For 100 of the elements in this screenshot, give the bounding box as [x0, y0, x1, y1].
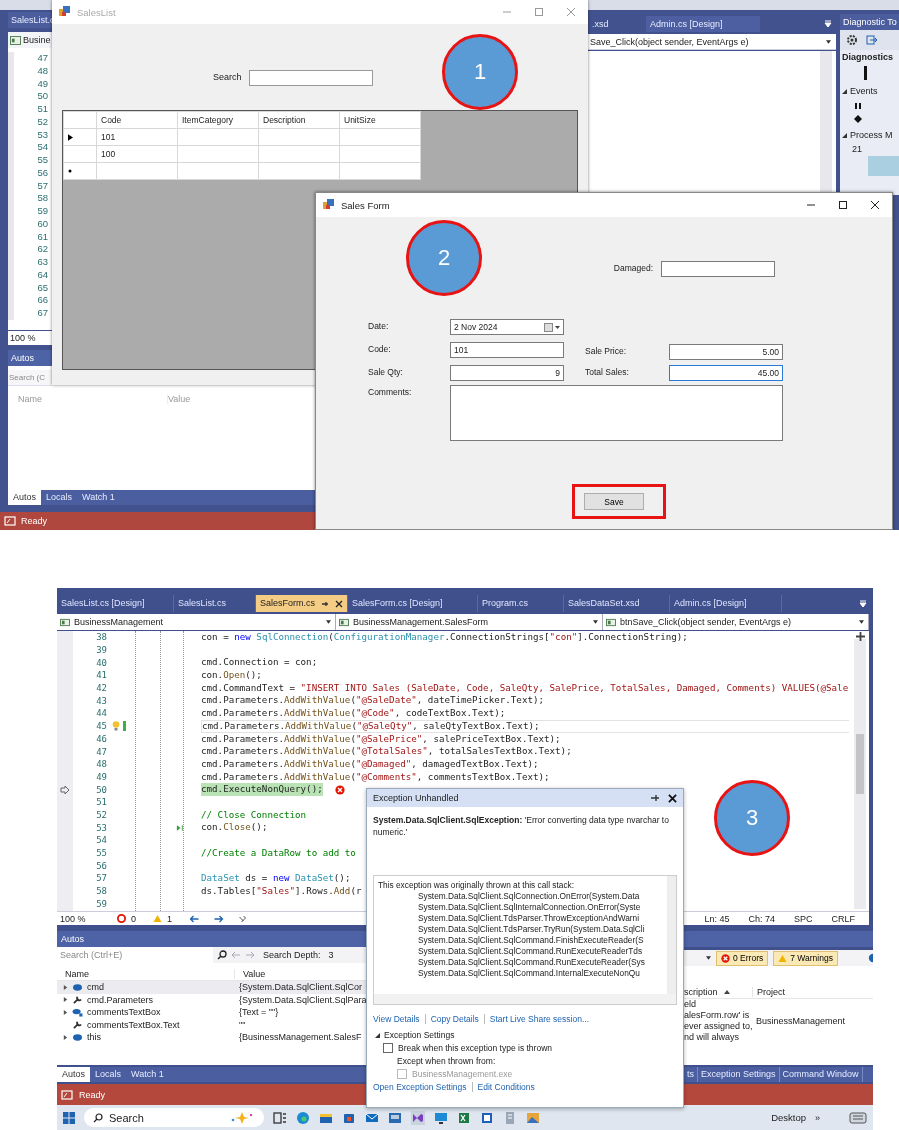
task-view-icon[interactable] [273, 1110, 287, 1125]
column-header[interactable]: ItemCategory [177, 111, 259, 129]
method-dropdown[interactable]: Save_Click(object sender, EventArgs e) [588, 34, 836, 50]
checkbox[interactable]: Break when this exception type is thrown [367, 1040, 683, 1053]
run-to-click-icon[interactable] [176, 823, 185, 832]
more-button[interactable]: » [815, 1112, 820, 1123]
variable-row[interactable]: cmd {System.Data.SqlClient.SqlCor [57, 981, 369, 994]
search-icon[interactable] [217, 950, 227, 960]
panel-tab[interactable]: Command Window [779, 1067, 863, 1082]
table-cell[interactable] [258, 128, 340, 146]
document-tab[interactable]: SalesForm.cs [256, 595, 348, 612]
text-field[interactable]: 9 [450, 365, 564, 381]
dropdown-icon[interactable] [824, 20, 832, 28]
text-field[interactable]: 45.00 [669, 365, 783, 381]
document-tab[interactable]: SalesList.cs [Design] [57, 595, 174, 612]
navigation-dropdown[interactable]: Busine [8, 32, 52, 48]
text-field[interactable]: 101 [450, 342, 564, 358]
variable-row[interactable]: commentsTextBox {Text = ""} [57, 1006, 369, 1019]
table-cell[interactable] [177, 145, 259, 163]
section-toggle[interactable]: Exception Settings [367, 1024, 683, 1040]
info-icon[interactable] [868, 953, 873, 963]
document-tab[interactable]: SalesList.c [8, 12, 52, 28]
split-icon[interactable] [856, 632, 865, 641]
group-header[interactable]: Process M [840, 128, 899, 142]
settings-icon[interactable] [846, 34, 858, 46]
table-cell[interactable]: 100 [96, 145, 178, 163]
panel-tab[interactable]: Autos [8, 490, 41, 505]
row-header[interactable] [63, 128, 97, 146]
photos-icon[interactable] [526, 1110, 540, 1125]
document-tab[interactable]: .xsd [588, 16, 646, 32]
search-field[interactable] [249, 70, 373, 86]
caret-icon[interactable] [706, 956, 711, 960]
pin-icon[interactable] [321, 599, 329, 608]
table-cell[interactable] [339, 162, 421, 180]
table-cell[interactable] [339, 145, 421, 163]
text-field[interactable]: 5.00 [669, 344, 783, 360]
panel-tab[interactable]: Diagnostic To [840, 14, 899, 30]
save-button[interactable]: Save [584, 493, 644, 510]
column-header[interactable]: Value [235, 968, 369, 979]
start-button[interactable] [63, 1111, 75, 1124]
table-cell[interactable] [177, 128, 259, 146]
browser-icon[interactable] [296, 1110, 310, 1125]
table-cell[interactable] [258, 145, 340, 163]
column-header[interactable]: Code [96, 111, 178, 129]
document-tab[interactable]: SalesDataSet.xsd [564, 595, 670, 612]
navigation-dropdown[interactable]: btnSave_Click(object sender, EventArgs e) [603, 614, 869, 630]
panel-tab[interactable]: Watch 1 [77, 490, 120, 505]
date-picker[interactable]: 2 Nov 2024 [450, 319, 564, 335]
panel-tab[interactable]: Exception Settings [698, 1067, 780, 1082]
variable-row[interactable]: this {BusinessManagement.SalesF [57, 1031, 369, 1044]
zoom-dropdown[interactable]: 100 % [8, 331, 54, 345]
link[interactable]: View Details [373, 1014, 420, 1024]
spreadsheet-icon[interactable] [457, 1110, 471, 1125]
table-cell[interactable]: 101 [96, 128, 178, 146]
scroll-bar[interactable] [667, 876, 676, 994]
expand-icon[interactable] [63, 1033, 68, 1041]
link[interactable]: Open Exception Settings [373, 1082, 467, 1092]
scroll-bar[interactable] [854, 639, 866, 909]
warnings-filter-button[interactable]: 7 Warnings [773, 950, 838, 966]
keyboard-icon[interactable] [849, 1111, 867, 1124]
document-tab[interactable]: Program.cs [478, 595, 564, 612]
document-tab[interactable]: SalesForm.cs [Design] [348, 595, 478, 612]
variable-row[interactable]: commentsTextBox.Text "" [57, 1018, 369, 1031]
link[interactable]: Edit Conditions [477, 1082, 535, 1092]
panel-tab[interactable]: Locals [90, 1067, 127, 1082]
document-tab[interactable]: Admin.cs [Design] [670, 595, 782, 612]
comments-field[interactable] [450, 385, 783, 441]
panel-tab[interactable]: Watch 1 [126, 1067, 169, 1082]
error-count[interactable]: 0 [131, 913, 136, 924]
column-header[interactable]: Name [57, 968, 235, 979]
forward-arrow-icon[interactable] [213, 914, 225, 923]
close-button[interactable] [870, 200, 880, 210]
visual-studio-icon[interactable] [411, 1110, 425, 1125]
table-cell[interactable] [258, 162, 340, 180]
panel-tab[interactable]: Autos [57, 1067, 90, 1082]
document-tab[interactable]: Admin.cs [Design] [646, 16, 760, 32]
close-icon[interactable] [668, 793, 677, 803]
scroll-bar[interactable] [374, 994, 676, 1004]
maximize-button[interactable] [838, 200, 848, 210]
document-icon[interactable] [480, 1110, 494, 1125]
navigation-dropdown[interactable]: BusinessManagement [57, 614, 336, 630]
scroll-bar[interactable] [820, 51, 832, 195]
zoom-dropdown[interactable]: 100 % [60, 913, 112, 924]
close-icon[interactable] [335, 599, 343, 608]
taskbar-search[interactable]: Search [84, 1108, 264, 1127]
panel-tab[interactable]: Locals [41, 490, 78, 505]
export-icon[interactable] [866, 34, 878, 46]
group-header[interactable]: Events [840, 84, 899, 98]
scroll-thumb[interactable] [856, 734, 864, 794]
errors-filter-button[interactable]: 0 Errors [716, 950, 769, 966]
search-field[interactable]: Search (Ctrl+E) [57, 947, 213, 963]
back-arrow-icon[interactable] [189, 914, 201, 923]
table-cell[interactable] [177, 162, 259, 180]
lightbulb-icon[interactable] [112, 721, 120, 732]
link[interactable]: Start Live Share session... [489, 1014, 590, 1024]
toolbar-label[interactable]: Desktop [771, 1112, 806, 1123]
pin-icon[interactable] [650, 794, 660, 802]
column-header[interactable]: Description [258, 111, 340, 129]
depth-dropdown[interactable]: 3 [324, 950, 342, 960]
text-field[interactable] [661, 261, 775, 277]
